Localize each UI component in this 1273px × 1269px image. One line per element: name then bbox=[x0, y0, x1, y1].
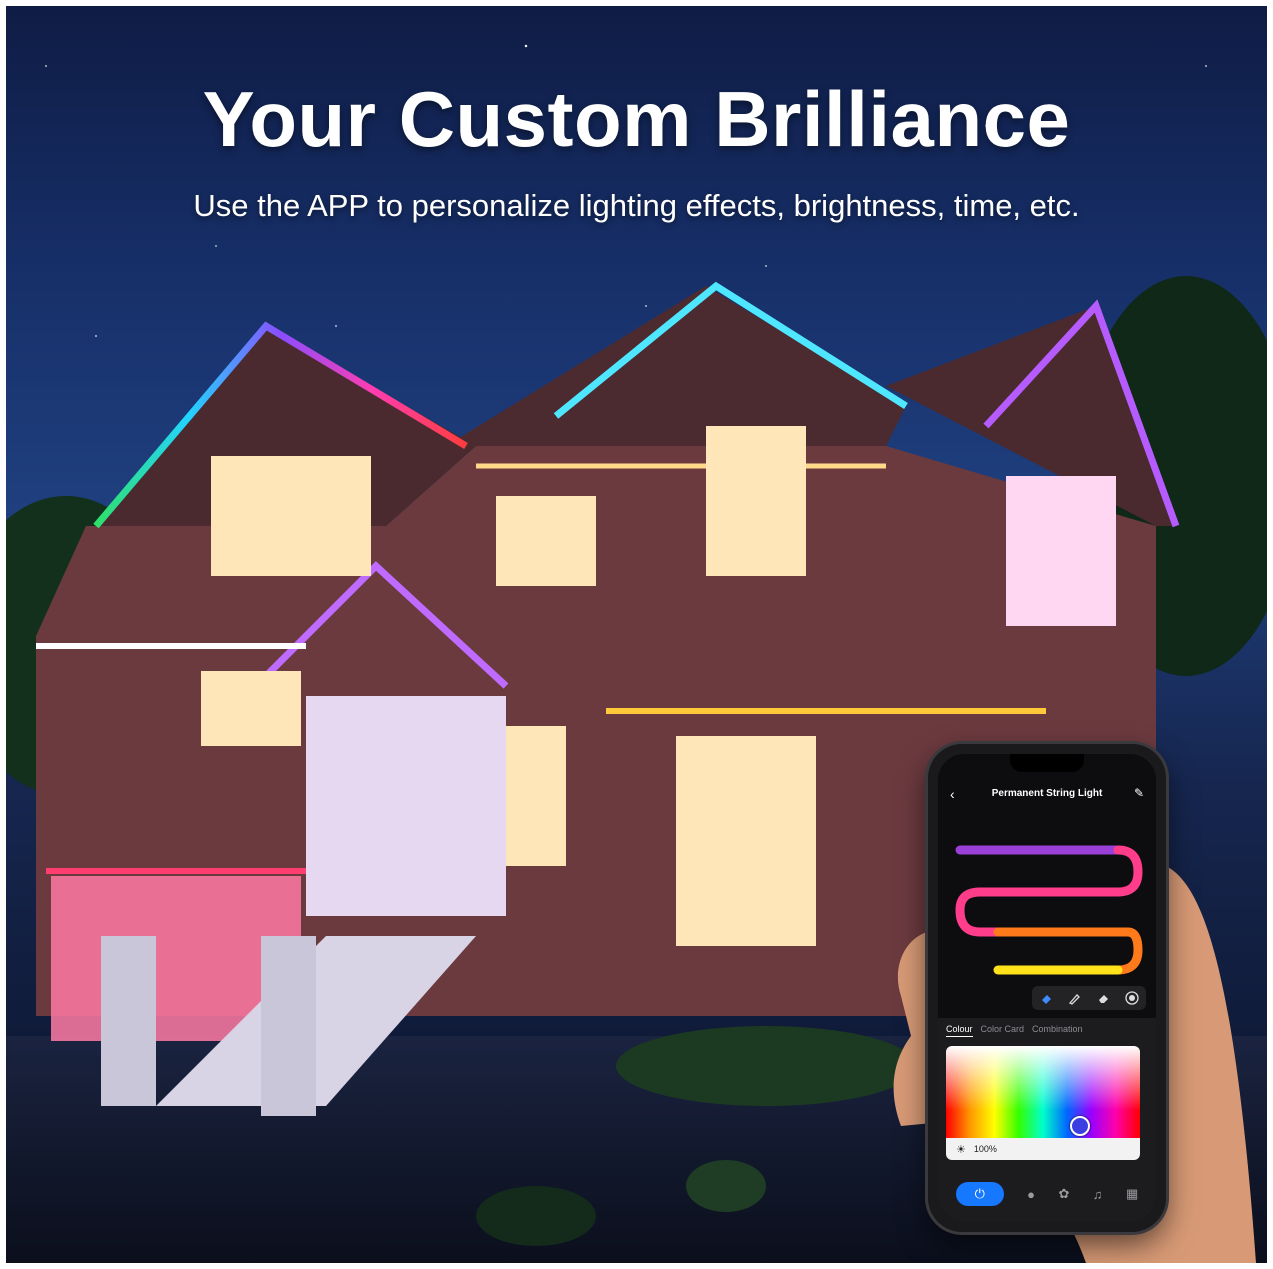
window bbox=[496, 496, 596, 586]
app-header: ‹ Permanent String Light ✎ bbox=[938, 780, 1156, 810]
subheadline: Use the APP to personalize lighting effe… bbox=[193, 188, 1080, 223]
strip-segment-pink bbox=[955, 845, 1143, 937]
color-panel: Colour Color Card Combination ☀ 100% ⏻ ●… bbox=[938, 1018, 1156, 1222]
bottom-nav: ⏻ ● ✿ ♫ ▦ bbox=[938, 1174, 1156, 1214]
shrubs bbox=[616, 1026, 916, 1106]
bulb-icon[interactable]: ● bbox=[1027, 1187, 1035, 1202]
grid-icon[interactable]: ▦ bbox=[1126, 1186, 1138, 1202]
brightness-value: 100% bbox=[973, 1144, 997, 1154]
shrub bbox=[476, 1186, 596, 1246]
brightness-slider[interactable]: ☀ 100% bbox=[946, 1138, 1140, 1160]
pillar-right bbox=[261, 936, 316, 1116]
edit-toolbar bbox=[1032, 986, 1146, 1010]
app-title: Permanent String Light bbox=[991, 788, 1103, 799]
porch bbox=[306, 696, 506, 916]
tab-combination[interactable]: Combination bbox=[1032, 1024, 1083, 1037]
promo-image: Your Custom Brilliance Use the APP to pe… bbox=[6, 6, 1267, 1263]
app-screen: ‹ Permanent String Light ✎ Colour Color … bbox=[938, 754, 1156, 1222]
color-picker-handle[interactable] bbox=[1070, 1116, 1090, 1136]
circle-select-icon[interactable] bbox=[1123, 989, 1141, 1007]
eraser-icon[interactable] bbox=[1094, 989, 1112, 1007]
window bbox=[496, 726, 566, 866]
window bbox=[211, 456, 371, 576]
tab-colour[interactable]: Colour bbox=[946, 1024, 973, 1037]
phone-notch bbox=[1010, 754, 1084, 772]
power-icon[interactable]: ⏻ bbox=[955, 1182, 1004, 1206]
window bbox=[706, 426, 806, 576]
window bbox=[1006, 476, 1116, 626]
strip-preview bbox=[955, 845, 1143, 975]
window bbox=[201, 671, 301, 746]
tab-color-card[interactable]: Color Card bbox=[981, 1024, 1025, 1037]
strip-segment-orange bbox=[993, 927, 1143, 975]
smartphone: ‹ Permanent String Light ✎ Colour Color … bbox=[928, 744, 1166, 1232]
sun-icon: ☀ bbox=[956, 1143, 966, 1156]
color-picker[interactable] bbox=[946, 1046, 1140, 1138]
headline: Your Custom Brilliance bbox=[202, 75, 1071, 163]
shrub bbox=[686, 1160, 766, 1212]
pencil-icon[interactable]: ✎ bbox=[1134, 786, 1144, 800]
color-tabs: Colour Color Card Combination bbox=[946, 1024, 1083, 1037]
palette-icon[interactable]: ✿ bbox=[1058, 1186, 1069, 1202]
paint-bucket-icon[interactable] bbox=[1037, 989, 1055, 1007]
pillar-left bbox=[101, 936, 156, 1106]
music-icon[interactable]: ♫ bbox=[1093, 1187, 1103, 1202]
window bbox=[676, 736, 816, 946]
brush-icon[interactable] bbox=[1066, 989, 1084, 1007]
